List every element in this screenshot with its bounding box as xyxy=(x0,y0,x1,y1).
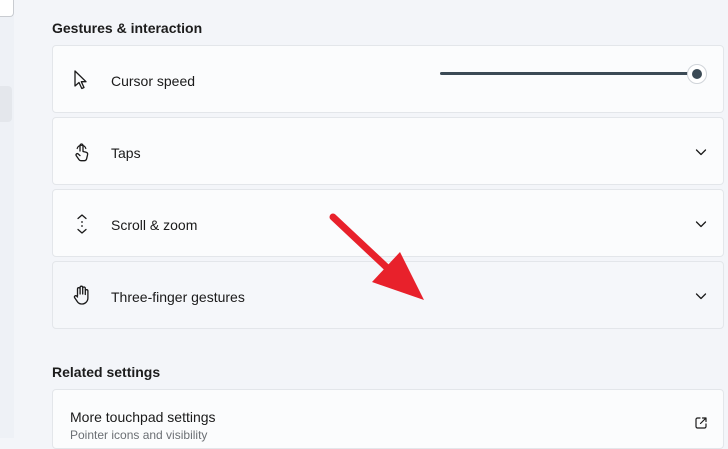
cursor-speed-label: Cursor speed xyxy=(111,73,196,89)
chevron-down-icon[interactable] xyxy=(693,288,709,304)
more-touchpad-settings-label: More touchpad settings xyxy=(70,409,216,425)
three-finger-gestures-row[interactable]: Three-finger gestures xyxy=(52,261,724,329)
scroll-arrows-icon xyxy=(71,213,93,235)
three-finger-gestures-label: Three-finger gestures xyxy=(111,289,245,305)
gestures-section-title: Gestures & interaction xyxy=(52,20,203,36)
cursor-speed-slider-track[interactable] xyxy=(440,72,692,75)
nav-pane-edge xyxy=(0,0,14,438)
chevron-down-icon[interactable] xyxy=(693,216,709,232)
scroll-zoom-label: Scroll & zoom xyxy=(111,217,198,233)
more-touchpad-settings-row[interactable]: More touchpad settings Pointer icons and… xyxy=(52,389,724,449)
open-external-icon[interactable] xyxy=(693,415,709,431)
more-touchpad-settings-description: Pointer icons and visibility xyxy=(70,428,208,442)
related-settings-title: Related settings xyxy=(52,364,161,380)
taps-label: Taps xyxy=(111,145,141,161)
cursor-speed-slider-thumb[interactable] xyxy=(687,64,707,84)
taps-row[interactable]: Taps xyxy=(52,117,724,185)
scroll-zoom-row[interactable]: Scroll & zoom xyxy=(52,189,724,257)
hand-icon xyxy=(71,284,93,306)
chevron-down-icon[interactable] xyxy=(693,144,709,160)
tap-hand-icon xyxy=(71,141,93,163)
cursor-arrow-icon xyxy=(71,69,93,91)
cursor-speed-row: Cursor speed xyxy=(52,45,724,113)
nav-search-box-edge[interactable] xyxy=(0,0,14,17)
nav-selected-item-edge[interactable] xyxy=(0,86,12,122)
